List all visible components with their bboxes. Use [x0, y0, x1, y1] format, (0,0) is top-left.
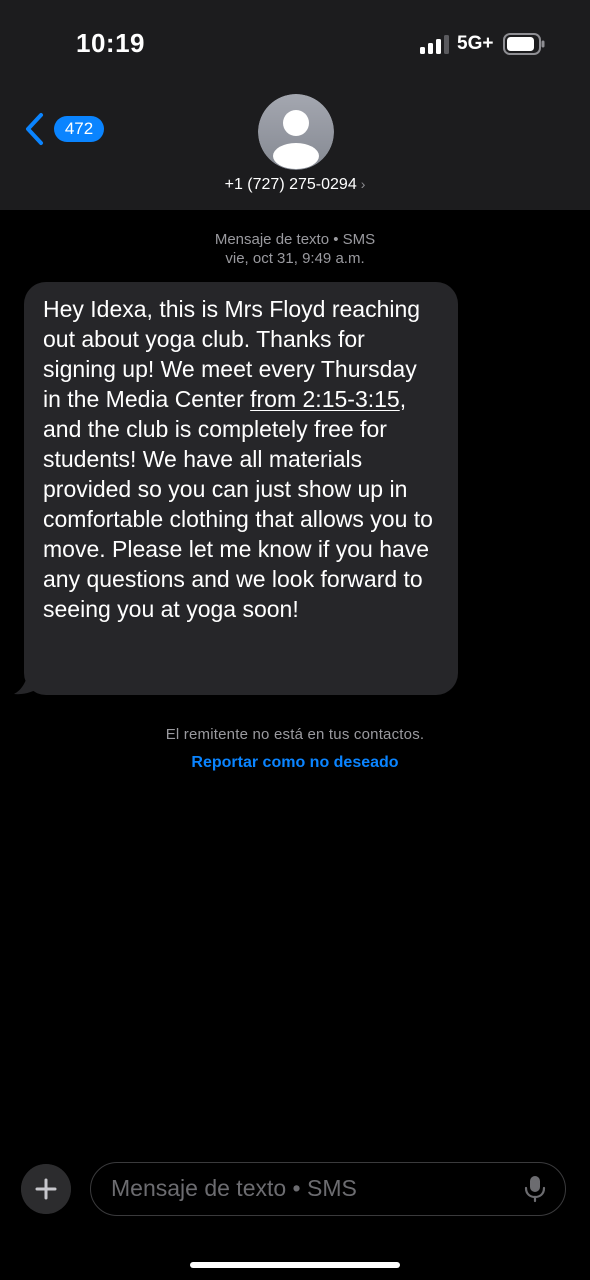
- contact-name-button[interactable]: +1 (727) 275-0294 ›: [0, 176, 590, 198]
- message-timestamp-group: Mensaje de texto • SMS vie, oct 31, 9:49…: [0, 230, 590, 268]
- plus-icon[interactable]: [21, 1164, 71, 1214]
- timestamp-label: vie, oct 31, 9:49 a.m.: [225, 250, 365, 267]
- battery-icon: [503, 33, 545, 55]
- time-range-link[interactable]: from 2:15-3:15: [250, 386, 400, 412]
- service-label: Mensaje de texto • SMS: [214, 231, 376, 248]
- conversation-header: 10:19 5G+ 472 +1 (727) 275-0294 ›: [0, 0, 590, 210]
- unread-count-badge: 472: [54, 116, 104, 142]
- signal-bars-icon: [420, 35, 449, 54]
- report-junk-link[interactable]: Reportar como no deseado: [0, 754, 590, 772]
- contact-number: +1 (727) 275-0294: [224, 176, 357, 193]
- messages-screen: 10:19 5G+ 472 +1 (727) 275-0294 › Mensaj…: [0, 0, 590, 1280]
- message-text-end: , and the club is completely free for st…: [43, 386, 433, 622]
- unknown-sender-notice: El remitente no está en tus contactos.: [165, 726, 425, 743]
- contact-avatar[interactable]: [258, 94, 334, 170]
- back-button[interactable]: 472: [20, 108, 110, 152]
- home-indicator[interactable]: [190, 1262, 400, 1268]
- chevron-right-icon: ›: [360, 176, 366, 192]
- chevron-left-icon: [26, 113, 43, 145]
- incoming-message-bubble[interactable]: Hey Idexa, this is Mrs Floyd reaching ou…: [24, 282, 458, 695]
- message-input[interactable]: [109, 1163, 509, 1214]
- status-time: 10:19: [76, 28, 145, 58]
- microphone-icon[interactable]: [523, 1175, 547, 1203]
- network-type: 5G+: [457, 33, 494, 54]
- message-compose-field[interactable]: [90, 1162, 566, 1216]
